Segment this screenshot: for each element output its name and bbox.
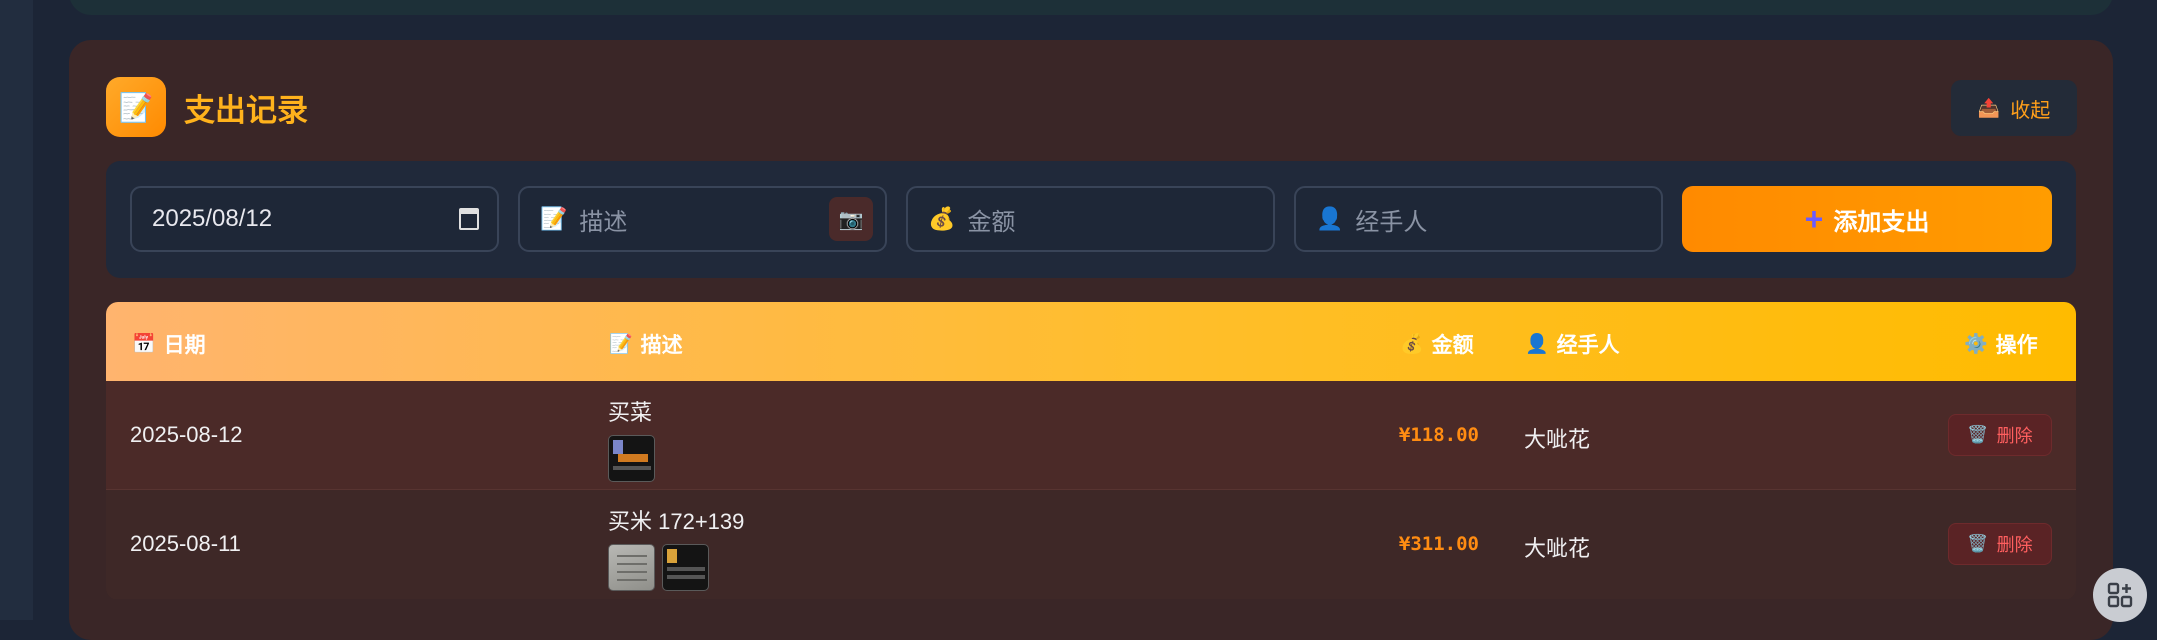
collapse-button[interactable]: 📤 收起: [1951, 80, 2077, 136]
calendar-icon: 📅: [132, 334, 156, 355]
date-input[interactable]: 2025/08/12: [130, 186, 499, 252]
row-description: 买米 172+139: [608, 504, 744, 591]
receipt-thumbnail[interactable]: [608, 435, 655, 482]
memo-icon: 📝: [609, 334, 633, 355]
add-expense-label: 添加支出: [1833, 208, 1930, 236]
date-value: 2025/08/12: [152, 205, 273, 232]
header-amount-label: 金额: [1431, 334, 1474, 357]
receipt-thumbnail[interactable]: [662, 544, 709, 591]
description-placeholder: 描述: [579, 208, 628, 236]
person-icon: 👤: [1316, 206, 1344, 231]
person-icon: 👤: [1525, 334, 1549, 355]
row-amount: ¥118.00: [1398, 424, 1479, 446]
left-sidebar-edge: [0, 0, 33, 620]
row-amount: ¥311.00: [1398, 533, 1479, 555]
header-handler-label: 经手人: [1556, 334, 1620, 357]
outbox-icon: 📤: [1977, 97, 2001, 118]
header-actions-label: 操作: [1995, 334, 2038, 357]
expense-table: 📅 日期 📝 描述 💰 金额 👤 经手人 ⚙️ 操作 2025-08-12 买菜…: [106, 302, 2076, 600]
row-description: 买菜: [608, 395, 662, 482]
header-amount: 💰 金额: [1400, 329, 1474, 359]
receipt-thumbnails: [608, 435, 662, 482]
trash-icon: 🗑️: [1967, 534, 1989, 553]
grid-plus-svg: [2107, 582, 2133, 608]
row-date: 2025-08-11: [130, 531, 241, 556]
collapse-label: 收起: [2010, 99, 2051, 122]
camera-icon: 📷: [838, 208, 864, 231]
delete-button[interactable]: 🗑️ 删除: [1948, 414, 2052, 456]
camera-upload-button[interactable]: 📷: [829, 197, 873, 241]
previous-panel-bottom: [69, 0, 2113, 15]
handler-placeholder: 经手人: [1355, 208, 1428, 236]
header-handler: 👤 经手人: [1525, 329, 1620, 359]
delete-label: 删除: [1996, 426, 2033, 446]
table-header: 📅 日期 📝 描述 💰 金额 👤 经手人 ⚙️ 操作: [106, 302, 2076, 381]
money-bag-icon: 💰: [928, 206, 956, 231]
row-handler: 大呲花: [1524, 427, 1591, 452]
amount-input[interactable]: 💰 金额: [906, 186, 1275, 252]
table-row: 2025-08-12 买菜 ¥118.00 大呲花 🗑️ 删除: [106, 381, 2076, 490]
receipt-thumbnail[interactable]: [608, 544, 655, 591]
trash-icon: 🗑️: [1967, 425, 1989, 444]
memo-icon: 📝: [540, 206, 568, 231]
memo-icon: 📝: [106, 77, 166, 137]
gear-icon: ⚙️: [1964, 334, 1988, 355]
add-expense-form: 2025/08/12 📝 描述 📷 💰 金额 👤 经手人 + 添加支出: [106, 161, 2076, 278]
add-expense-button[interactable]: + 添加支出: [1682, 186, 2052, 252]
header-description-label: 描述: [640, 334, 683, 357]
card-header: 📝 支出记录: [106, 77, 308, 137]
amount-placeholder: 金额: [967, 208, 1016, 236]
description-input[interactable]: 📝 描述 📷: [518, 186, 887, 252]
row-description-text: 买菜: [608, 400, 653, 425]
delete-label: 删除: [1996, 535, 2033, 555]
card-title: 支出记录: [184, 92, 308, 128]
row-handler: 大呲花: [1524, 536, 1591, 561]
grid-plus-icon[interactable]: [2093, 568, 2147, 622]
money-bag-icon: 💰: [1400, 334, 1424, 355]
header-actions: ⚙️ 操作: [1964, 329, 2038, 359]
table-row: 2025-08-11 买米 172+139 ¥311.00 大呲花 🗑️ 删除: [106, 490, 2076, 599]
receipt-thumbnails: [608, 544, 744, 591]
row-date: 2025-08-12: [130, 422, 243, 447]
expense-records-card: 📝 支出记录 📤 收起 2025/08/12 📝 描述 📷 💰 金额 👤 经手人…: [69, 40, 2113, 640]
header-description: 📝 描述: [609, 329, 683, 359]
plus-icon: +: [1804, 200, 1824, 237]
header-date: 📅 日期: [132, 329, 206, 359]
row-description-text: 买米 172+139: [608, 509, 745, 534]
handler-input[interactable]: 👤 经手人: [1294, 186, 1663, 252]
delete-button[interactable]: 🗑️ 删除: [1948, 523, 2052, 565]
header-date-label: 日期: [163, 334, 206, 357]
calendar-icon[interactable]: [459, 208, 479, 230]
